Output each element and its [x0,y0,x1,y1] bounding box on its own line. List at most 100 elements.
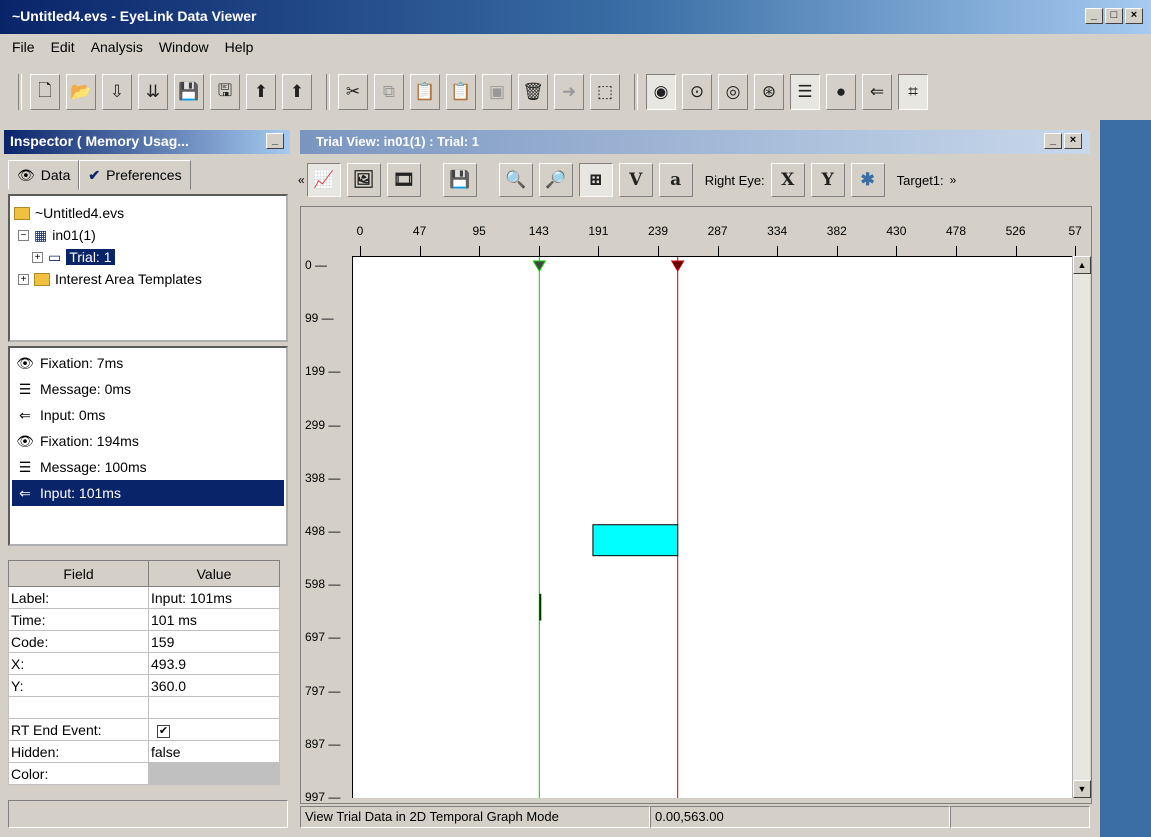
tab-preferences[interactable]: ✔ Preferences [79,160,191,190]
table-row[interactable]: X: 493.9 [8,652,280,675]
zoom-in-icon[interactable]: 🔍 [498,163,533,197]
marker-handle[interactable] [532,260,547,272]
status-bar: View Trial Data in 2D Temporal Graph Mod… [300,806,1090,828]
inspector-title-bar: Inspector ( Memory Usag... _ [4,130,290,154]
menu-help[interactable]: Help [225,36,254,58]
column-header-value[interactable]: Value [148,560,280,587]
chart-svg[interactable] [353,257,1072,798]
tab-data[interactable]: 👁 Data [8,160,80,190]
table-row[interactable]: Y: 360.0 [8,674,280,697]
x-button[interactable]: X [770,163,805,197]
open-icon[interactable]: 📂 [66,74,96,110]
input-icon[interactable]: ⇐ [862,74,892,110]
data-tree: ~Untitled4.evs − ▦ in01(1) + ▭ Trial: 1 … [8,194,288,342]
target-icon[interactable]: ✱ [850,163,885,197]
list-item-selected[interactable]: ⇐ Input: 101ms [12,480,284,506]
tree-templates[interactable]: + Interest Area Templates [14,268,282,290]
table-row[interactable]: Code: 159 [8,630,280,653]
fixation-rect[interactable] [592,524,679,557]
x-tick-label: 287 [707,224,728,238]
input-icon: ⇐ [19,406,31,423]
select-icon[interactable]: ⬚ [590,74,620,110]
move-icon[interactable]: ➜ [554,74,584,110]
export-icon[interactable]: ⬆ [246,74,276,110]
tree-session[interactable]: − ▦ in01(1) [14,224,282,246]
rt-end-event-checkbox[interactable]: ✔ [157,725,170,738]
paste-special-icon[interactable]: 📋 [446,74,476,110]
list-item[interactable]: 👁 Fixation: 194ms [12,428,284,454]
duplicate-icon[interactable]: ▣ [482,74,512,110]
trial-icon: ▭ [48,248,62,265]
menu-edit[interactable]: Edit [51,36,75,58]
close-button[interactable]: × [1125,8,1143,24]
table-row[interactable]: Hidden: false [8,740,280,763]
table-row[interactable]: RT End Event: ✔ [8,718,280,741]
table-row[interactable]: Time: 101 ms [8,608,280,631]
plot-area[interactable] [352,256,1072,798]
v-button[interactable]: V [618,163,653,197]
target-icon[interactable]: ⌗ [898,74,928,110]
blink-icon[interactable]: ◎ [718,74,748,110]
scroll-up-icon[interactable]: ▲ [1073,256,1091,274]
table-row[interactable]: Label: Input: 101ms [8,586,280,609]
list-item[interactable]: ☰ Message: 0ms [12,376,284,402]
y-button[interactable]: Y [810,163,845,197]
maximize-button[interactable]: □ [1105,8,1123,24]
grid-icon[interactable]: ⊞ [578,163,613,197]
interest-area-icon[interactable]: ● [826,74,856,110]
tree-trial[interactable]: + ▭ Trial: 1 [14,246,282,268]
a-button[interactable]: a [658,163,693,197]
save-icon[interactable]: 💾 [174,74,204,110]
color-swatch[interactable] [148,762,280,785]
inspector-status [8,800,288,828]
copy-icon[interactable]: ⧉ [374,74,404,110]
menu-file[interactable]: File [12,36,35,58]
list-item[interactable]: ⇐ Input: 0ms [12,402,284,428]
message-icon[interactable]: ☰ [790,74,820,110]
x-tick-mark [956,246,957,256]
new-icon[interactable]: 🗋 [30,74,60,110]
spatial-overlay-icon[interactable]: 🖼 [346,163,381,197]
column-header-field[interactable]: Field [8,560,149,587]
cut-icon[interactable]: ✂ [338,74,368,110]
main-toolbar: 🗋 📂 ⇩ ⇊ 💾 🖫 ⬆ ⬆ ✂ ⧉ 📋 📋 ▣ 🗑 ➜ ⬚ ◉ ⊙ ◎ ⊛ … [10,66,1150,118]
list-item[interactable]: 👁 Fixation: 7ms [12,350,284,376]
saccade-icon[interactable]: ⊙ [682,74,712,110]
save-all-icon[interactable]: 🖫 [210,74,240,110]
trial-view-minimize-button[interactable]: _ [1044,133,1062,149]
minimize-button[interactable]: _ [1085,8,1103,24]
collapse-icon[interactable]: − [18,229,29,241]
right-eye-label: Right Eye: [704,172,765,188]
zoom-out-icon[interactable]: 🔎 [538,163,573,197]
table-row[interactable]: Color: [8,762,280,785]
expand-icon[interactable]: + [18,273,29,285]
menu-window[interactable]: Window [159,36,209,58]
tree-root[interactable]: ~Untitled4.evs [14,202,282,224]
export-2-icon[interactable]: ⬆ [282,74,312,110]
animation-icon[interactable]: 🎞 [386,163,421,197]
expand-icon[interactable]: + [32,251,43,263]
menu-analysis[interactable]: Analysis [91,36,143,58]
x-tick-label: 191 [588,224,609,238]
scroll-left-icon[interactable]: « [298,173,305,187]
import-icon[interactable]: ⇩ [102,74,132,110]
x-tick-mark [479,246,481,256]
scroll-down-icon[interactable]: ▼ [1073,780,1091,798]
fixation-icon[interactable]: ◉ [646,74,676,110]
vertical-scrollbar[interactable]: ▲ ▼ [1072,256,1091,798]
import-multiple-icon[interactable]: ⇊ [138,74,168,110]
x-tick-mark [419,246,421,256]
temporal-graph-icon[interactable]: 📈 [306,163,341,197]
y-tick-label: 997 — [305,790,341,804]
trial-view-close-button[interactable]: × [1064,133,1082,149]
scroll-right-icon[interactable]: » [950,173,957,187]
table-row[interactable] [8,696,280,719]
save-image-icon[interactable]: 💾 [442,163,477,197]
inspector-minimize-button[interactable]: _ [266,133,284,149]
marker-handle[interactable] [670,260,685,272]
list-item[interactable]: ☰ Message: 100ms [12,454,284,480]
sample-icon[interactable]: ⊛ [754,74,784,110]
delete-icon[interactable]: 🗑 [518,74,548,110]
paste-icon[interactable]: 📋 [410,74,440,110]
x-tick-label: 57 [1068,224,1082,238]
